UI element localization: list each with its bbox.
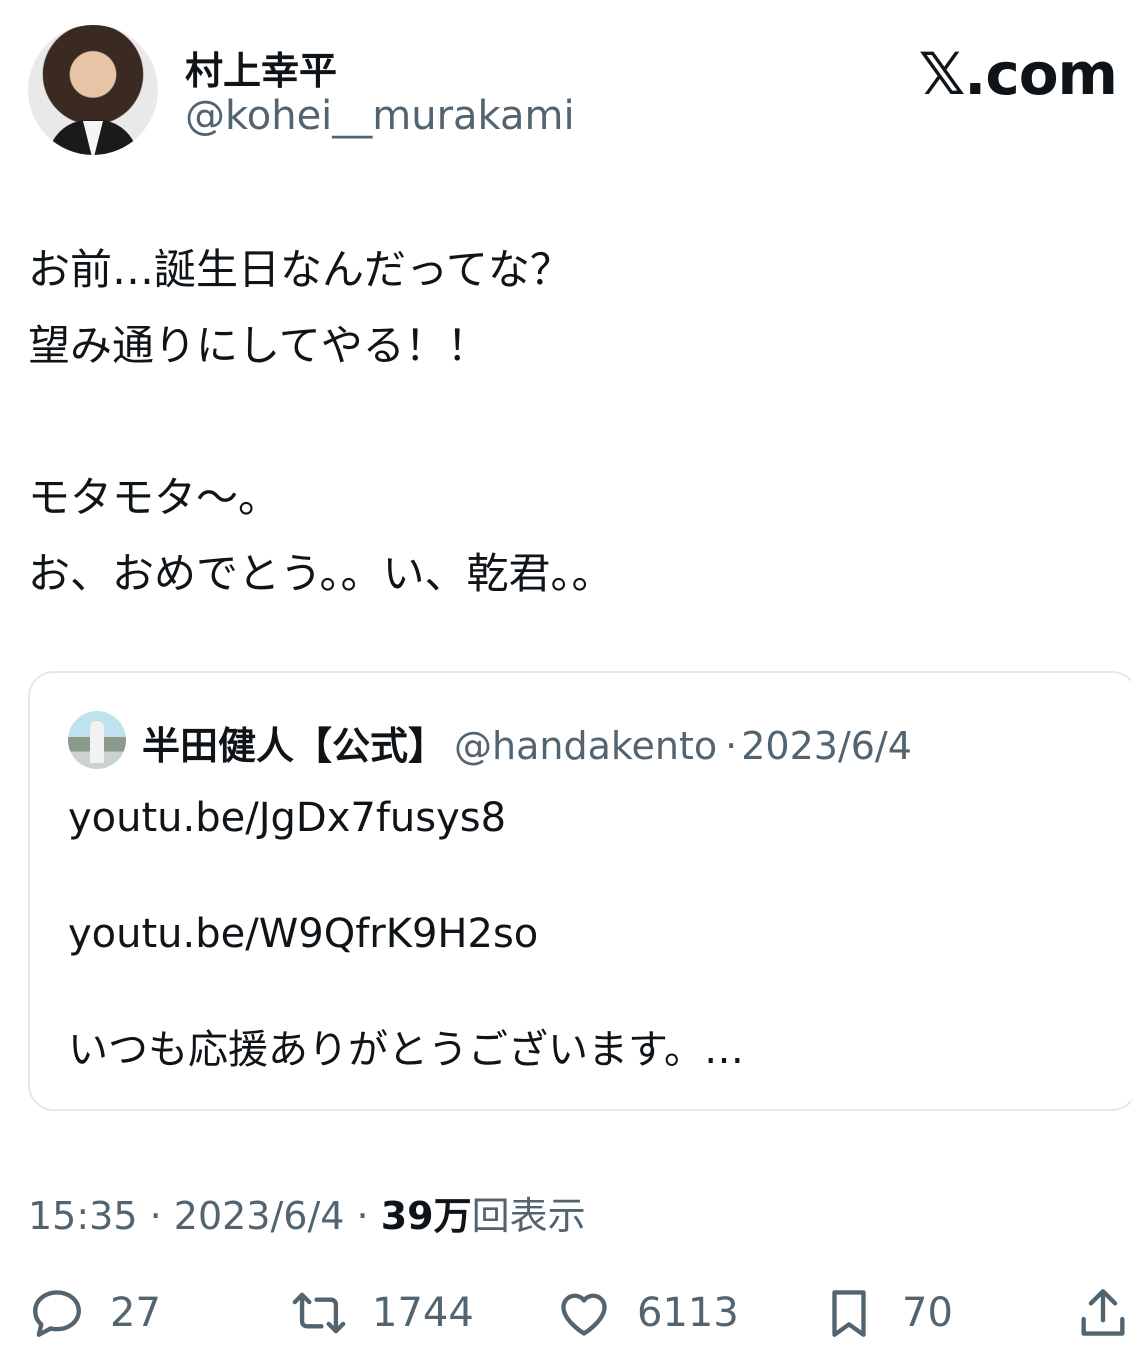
reply-count: 27 xyxy=(110,1290,161,1336)
like-button[interactable]: 6113 xyxy=(555,1278,739,1348)
share-icon xyxy=(1081,1289,1125,1336)
retweet-icon xyxy=(292,1292,346,1334)
quoted-date: 2023/6/4 xyxy=(741,724,912,768)
share-button[interactable] xyxy=(1074,1278,1131,1348)
author-handle[interactable]: @kohei__murakami xyxy=(185,93,575,139)
retweet-button[interactable]: 1744 xyxy=(290,1278,474,1348)
views-count: 39万 xyxy=(380,1194,472,1238)
author-avatar[interactable] xyxy=(28,25,158,155)
author-display-name[interactable]: 村上幸平 xyxy=(185,40,337,95)
quoted-author-avatar xyxy=(68,711,126,769)
quoted-tweet-header: 半田健人【公式】 @handakento · 2023/6/4 xyxy=(142,715,912,770)
quoted-author-handle: @handakento xyxy=(454,724,718,768)
bookmark-button[interactable]: 70 xyxy=(820,1278,953,1348)
tweet-text: お前…誕生日なんだってな？ 望み通りにしてやる！！ モタモタ〜。 お、おめでとう… xyxy=(28,245,614,598)
reply-button[interactable]: 27 xyxy=(28,1278,161,1348)
quoted-author-name: 半田健人【公式】 xyxy=(142,724,447,768)
reply-icon xyxy=(33,1290,81,1337)
like-count: 6113 xyxy=(637,1290,739,1336)
quoted-tweet-text: youtu.be/JgDx7fusys8 youtu.be/W9QfrK9H2s… xyxy=(68,795,744,1073)
tweet-time[interactable]: 15:35 xyxy=(28,1194,138,1238)
action-bar: 27 1744 6113 70 xyxy=(0,1278,1131,1358)
tweet-header: 村上幸平 @kohei__murakami 𝕏.com xyxy=(0,0,1131,170)
tweet-date[interactable]: 2023/6/4 xyxy=(174,1194,345,1238)
heart-icon xyxy=(561,1293,607,1336)
meta-separator: · xyxy=(149,1194,174,1238)
meta-separator: · xyxy=(356,1194,381,1238)
avatar-figure xyxy=(90,721,104,763)
tweet-meta: 15:35 · 2023/6/4 · 39万回表示 xyxy=(28,1185,586,1240)
bookmark-icon xyxy=(832,1290,866,1337)
bookmark-count: 70 xyxy=(902,1290,953,1336)
views-label: 回表示 xyxy=(471,1194,586,1238)
retweet-count: 1744 xyxy=(372,1290,474,1336)
quoted-separator: · xyxy=(725,724,738,768)
x-logo: 𝕏.com xyxy=(918,40,1118,108)
quoted-tweet[interactable]: 半田健人【公式】 @handakento · 2023/6/4 youtu.be/Jg… xyxy=(28,671,1131,1111)
